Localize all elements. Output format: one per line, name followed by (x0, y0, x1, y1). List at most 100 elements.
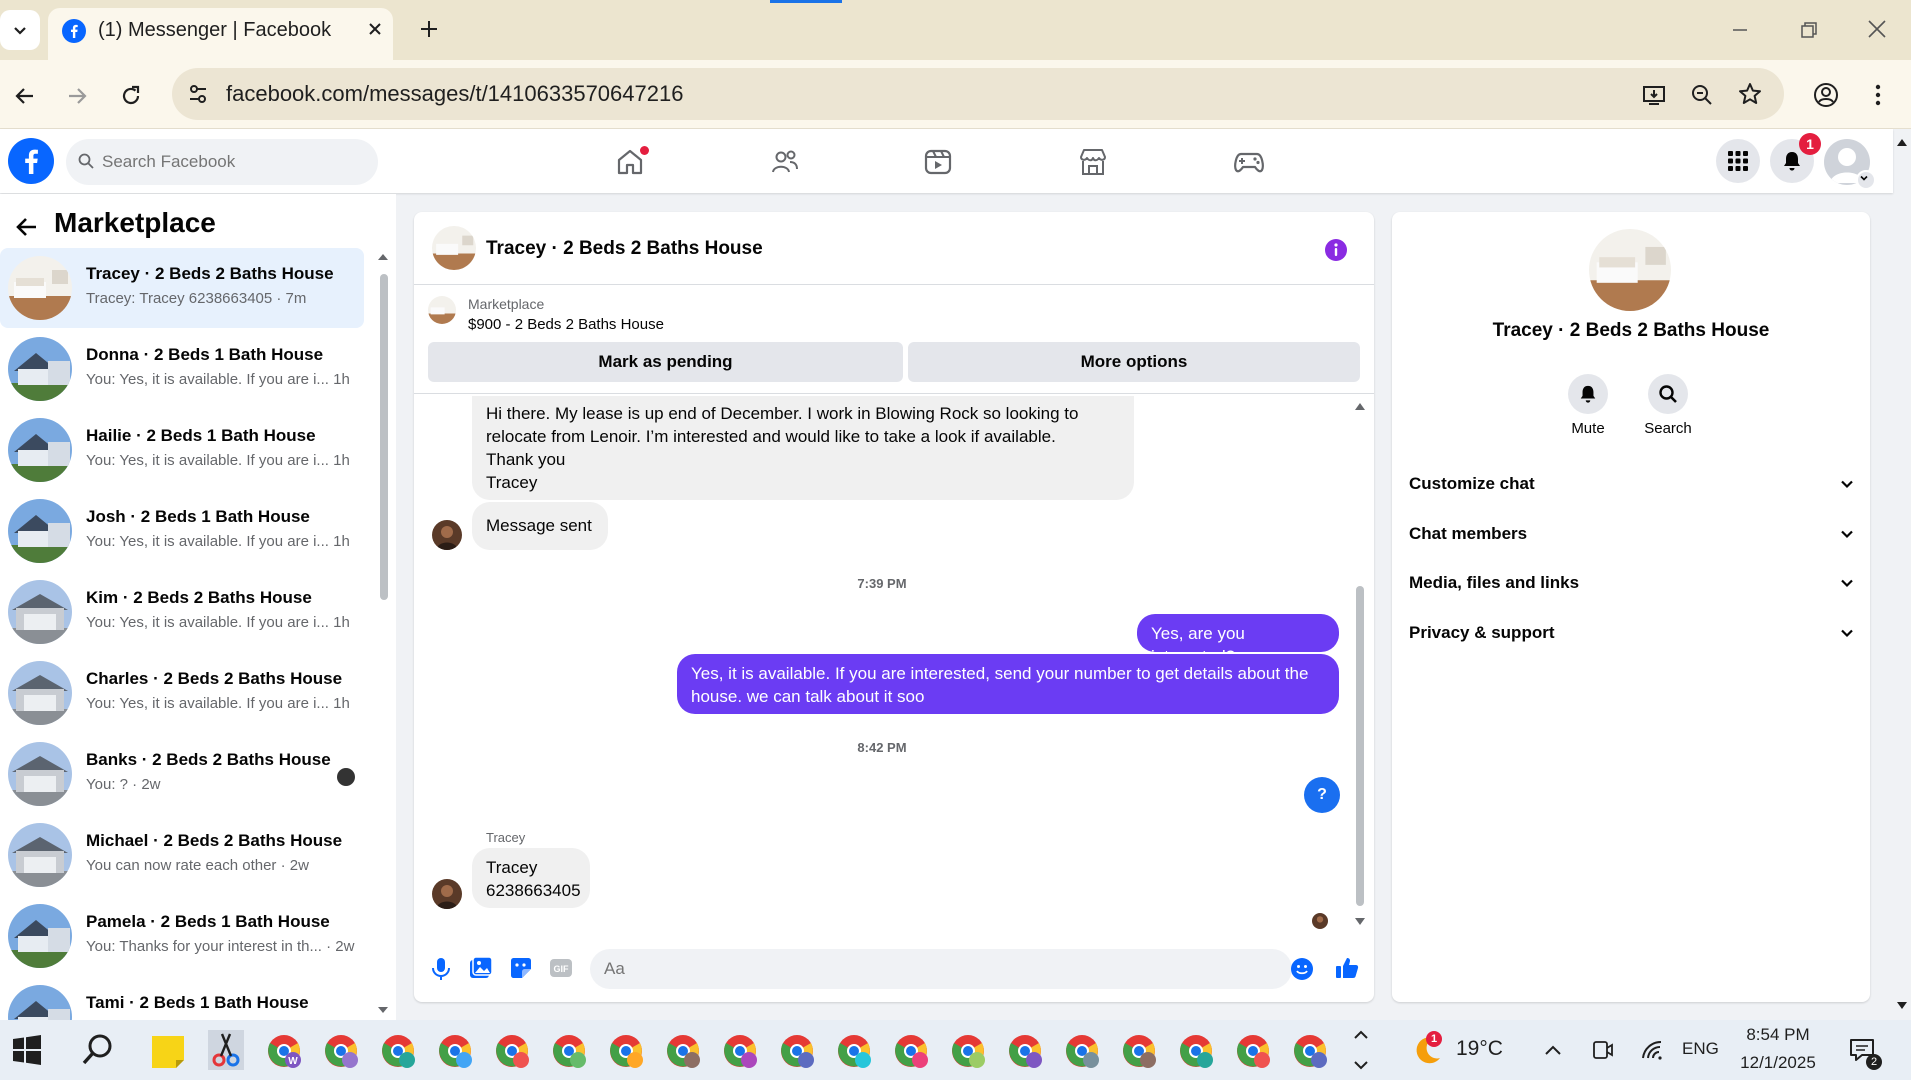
chrome-profile-icon[interactable] (1178, 1033, 1214, 1069)
image-icon[interactable] (468, 955, 494, 981)
section-customize-chat[interactable]: Customize chat (1409, 464, 1855, 504)
message-input[interactable] (604, 950, 1224, 988)
microphone-icon[interactable] (430, 956, 452, 982)
site-info-icon[interactable] (186, 82, 210, 106)
tab-search-button[interactable] (0, 10, 40, 50)
chrome-profile-icon[interactable] (380, 1033, 416, 1069)
outgoing-message[interactable]: Yes, it is available. If you are interes… (677, 654, 1339, 714)
chrome-profile-icon[interactable] (1235, 1033, 1271, 1069)
chrome-profile-icon[interactable] (1121, 1033, 1157, 1069)
chrome-profile-icon[interactable] (1292, 1033, 1328, 1069)
outgoing-message[interactable]: Yes, are you interested? (1137, 614, 1339, 666)
listing-price[interactable]: $900 - 2 Beds 2 Baths House (468, 316, 664, 333)
page-scroll-down-icon[interactable] (1895, 1000, 1909, 1012)
conversation-item-charles[interactable]: Charles · 2 Beds 2 Baths House You: Yes,… (0, 653, 364, 733)
conversation-item-tracey[interactable]: Tracey · 2 Beds 2 Baths House Tracey: Tr… (0, 248, 364, 328)
search-in-chat-button[interactable] (1648, 374, 1688, 414)
chrome-profile-icon[interactable] (1007, 1033, 1043, 1069)
language-indicator[interactable]: ENG (1682, 1039, 1719, 1059)
section-media-files-links[interactable]: Media, files and links (1409, 563, 1855, 603)
video-icon[interactable] (922, 146, 954, 178)
sender-avatar[interactable] (432, 520, 462, 550)
sender-avatar[interactable] (432, 879, 462, 909)
chrome-profile-icon[interactable]: W (266, 1033, 302, 1069)
conversation-item-michael[interactable]: Michael · 2 Beds 2 Baths House You can n… (0, 815, 364, 895)
chrome-profile-icon[interactable] (779, 1033, 815, 1069)
incoming-message[interactable]: Tracey 6238663405 (472, 848, 590, 908)
clock-date[interactable]: 12/1/2025 (1730, 1053, 1826, 1073)
url-text[interactable]: facebook.com/messages/t/1410633570647216 (226, 81, 683, 107)
reload-icon[interactable] (118, 83, 144, 109)
chat-scroll-thumb[interactable] (1356, 586, 1364, 906)
details-avatar[interactable] (1589, 229, 1671, 311)
thumbs-up-icon[interactable] (1334, 955, 1360, 981)
section-chat-members[interactable]: Chat members (1409, 514, 1855, 554)
close-window-icon[interactable] (1864, 16, 1890, 42)
chrome-profile-icon[interactable] (494, 1033, 530, 1069)
gaming-icon[interactable] (1232, 146, 1266, 178)
browser-profile-icon[interactable] (1812, 81, 1840, 109)
gif-icon[interactable]: GIF (548, 955, 574, 981)
menu-grid-button[interactable] (1716, 139, 1760, 183)
chrome-profile-icon[interactable] (323, 1033, 359, 1069)
sticker-icon[interactable] (508, 955, 534, 981)
chat-scroll-down-icon[interactable] (1353, 916, 1367, 928)
chat-header-avatar[interactable] (432, 226, 476, 270)
chrome-profile-icon[interactable] (950, 1033, 986, 1069)
section-privacy-support[interactable]: Privacy & support (1409, 613, 1855, 653)
incoming-message[interactable]: Hi there. My lease is up end of December… (472, 396, 1134, 500)
taskbar-search-icon[interactable] (80, 1032, 116, 1068)
chrome-profile-icon[interactable] (608, 1033, 644, 1069)
incoming-message[interactable]: Message sent (472, 502, 608, 550)
close-tab-icon[interactable] (364, 18, 386, 40)
more-vertical-icon[interactable] (1868, 82, 1888, 108)
install-app-icon[interactable] (1641, 82, 1667, 108)
new-tab-icon[interactable] (416, 16, 442, 42)
sticky-notes-icon[interactable] (150, 1034, 186, 1070)
taskbar-overflow-icon[interactable] (1352, 1024, 1370, 1076)
listing-thumbnail[interactable] (428, 296, 456, 324)
forward-arrow-icon[interactable] (64, 83, 90, 109)
chrome-profile-icon[interactable] (437, 1033, 473, 1069)
clock-time[interactable]: 8:54 PM (1730, 1025, 1826, 1045)
facebook-search-input[interactable] (102, 141, 362, 183)
restore-icon[interactable] (1797, 18, 1821, 42)
chat-title[interactable]: Tracey · 2 Beds 2 Baths House (486, 238, 763, 260)
outgoing-message[interactable]: ? (1304, 777, 1340, 813)
bookmark-star-icon[interactable] (1737, 81, 1763, 107)
minimize-icon[interactable] (1728, 18, 1752, 42)
chrome-profile-icon[interactable] (1064, 1033, 1100, 1069)
back-arrow-icon[interactable] (14, 214, 40, 240)
zoom-icon[interactable] (1689, 82, 1715, 108)
chat-scroll-up-icon[interactable] (1353, 400, 1367, 412)
facebook-logo-icon[interactable] (8, 138, 54, 184)
conversation-item-pamela[interactable]: Pamela · 2 Beds 1 Bath House You: Thanks… (0, 896, 364, 976)
snipping-tool-icon[interactable] (208, 1030, 244, 1070)
info-icon[interactable] (1324, 238, 1348, 262)
chevron-up-icon[interactable] (1542, 1040, 1564, 1062)
marketplace-icon[interactable] (1077, 146, 1109, 178)
sidebar-scroll-thumb[interactable] (380, 274, 388, 600)
conversation-item-hailie[interactable]: Hailie · 2 Beds 1 Bath House You: Yes, i… (0, 410, 364, 490)
mute-button[interactable] (1568, 374, 1608, 414)
conversation-item-tami[interactable]: Tami · 2 Beds 1 Bath House (0, 977, 364, 1020)
windows-start-icon[interactable] (12, 1035, 42, 1065)
account-menu-caret[interactable] (1856, 170, 1876, 190)
chrome-profile-icon[interactable] (665, 1033, 701, 1069)
mark-as-pending-button[interactable]: Mark as pending (428, 342, 903, 382)
conversation-item-josh[interactable]: Josh · 2 Beds 1 Bath House You: Yes, it … (0, 491, 364, 571)
temperature-label[interactable]: 19°C (1456, 1037, 1503, 1061)
emoji-icon[interactable] (1290, 957, 1314, 981)
chrome-profile-icon[interactable] (893, 1033, 929, 1069)
chrome-profile-icon[interactable] (722, 1033, 758, 1069)
conversation-item-kim[interactable]: Kim · 2 Beds 2 Baths House You: Yes, it … (0, 572, 364, 652)
chrome-profile-icon[interactable] (551, 1033, 587, 1069)
conversation-item-donna[interactable]: Donna · 2 Beds 1 Bath House You: Yes, it… (0, 329, 364, 409)
conversation-item-banks[interactable]: Banks · 2 Beds 2 Baths House You: ? · 2w (0, 734, 364, 814)
friends-icon[interactable] (769, 146, 801, 178)
chrome-profile-icon[interactable] (836, 1033, 872, 1069)
back-arrow-icon[interactable] (12, 83, 38, 109)
more-options-button[interactable]: More options (908, 342, 1360, 382)
wifi-icon[interactable] (1640, 1038, 1666, 1062)
page-scroll-up-icon[interactable] (1895, 136, 1909, 148)
